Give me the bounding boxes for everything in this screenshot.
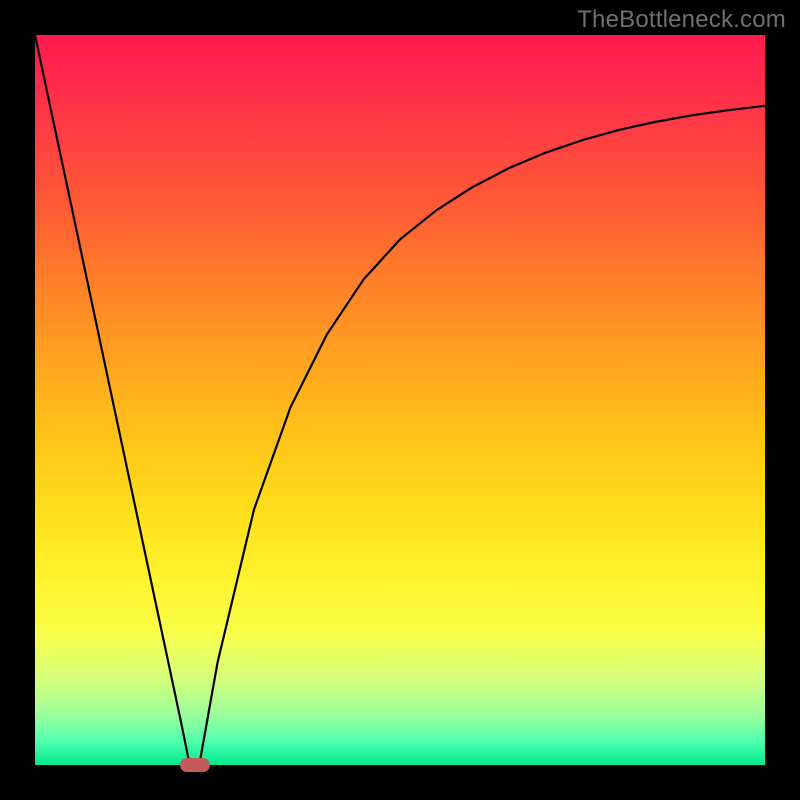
optimal-point-marker <box>180 758 210 772</box>
chart-frame: TheBottleneck.com <box>0 0 800 800</box>
bottleneck-curve <box>35 35 765 765</box>
watermark-text: TheBottleneck.com <box>577 6 786 34</box>
plot-area <box>35 35 765 765</box>
